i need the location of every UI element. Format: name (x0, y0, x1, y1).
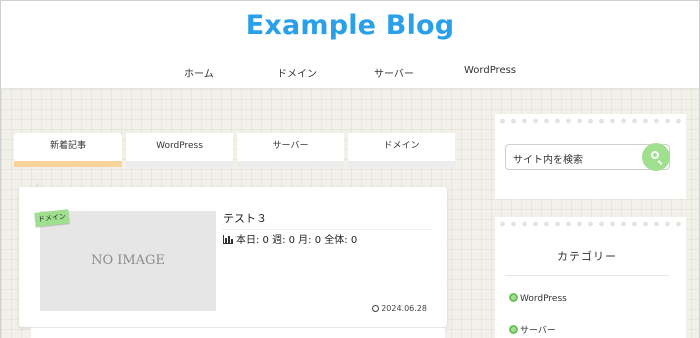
clock-icon (372, 305, 380, 312)
post-views-text: 本日: 0 週: 0 月: 0 全体: 0 (236, 235, 358, 246)
nav-item-domain[interactable]: ドメイン (277, 65, 317, 80)
category-heading: カテゴリー (505, 248, 669, 276)
circle-bullet-icon (509, 325, 518, 334)
tab-domain[interactable]: ドメイン (348, 133, 455, 167)
site-header: Example Blog ホーム ドメイン サーバー WordPress (1, 1, 699, 89)
notebook-holes (495, 217, 686, 227)
search-button[interactable] (642, 143, 670, 171)
search-icon (651, 151, 659, 159)
site-title[interactable]: Example Blog (1, 10, 699, 41)
category-item-server[interactable]: サーバー (509, 323, 556, 336)
bar-chart-icon (223, 235, 233, 244)
tab-server[interactable]: サーバー (237, 133, 344, 167)
category-item-wordpress[interactable]: WordPress (509, 293, 567, 304)
category-item-label: WordPress (520, 294, 567, 304)
post-title[interactable]: テスト３ (223, 210, 431, 230)
post-date-text: 2024.06.28 (381, 304, 427, 313)
notebook-holes (495, 114, 686, 124)
search-widget: サイト内を検索 (495, 114, 686, 199)
no-image-text: NO IMAGE (91, 253, 165, 268)
post-card-next (31, 327, 445, 338)
category-item-label: サーバー (520, 326, 556, 336)
tab-wordpress[interactable]: WordPress (126, 133, 233, 167)
nav-item-wordpress[interactable]: WordPress (464, 65, 516, 76)
global-nav: ホーム ドメイン サーバー WordPress (1, 65, 699, 81)
circle-bullet-icon (509, 293, 518, 302)
post-views: 本日: 0 週: 0 月: 0 全体: 0 (223, 231, 357, 246)
article-tabs: 新着記事 WordPress サーバー ドメイン (14, 133, 455, 167)
category-widget: カテゴリー WordPress サーバー (495, 217, 686, 338)
tab-new-posts[interactable]: 新着記事 (14, 133, 122, 167)
post-date: 2024.06.28 (372, 304, 427, 313)
nav-item-home[interactable]: ホーム (184, 65, 214, 80)
nav-item-server[interactable]: サーバー (374, 65, 414, 80)
